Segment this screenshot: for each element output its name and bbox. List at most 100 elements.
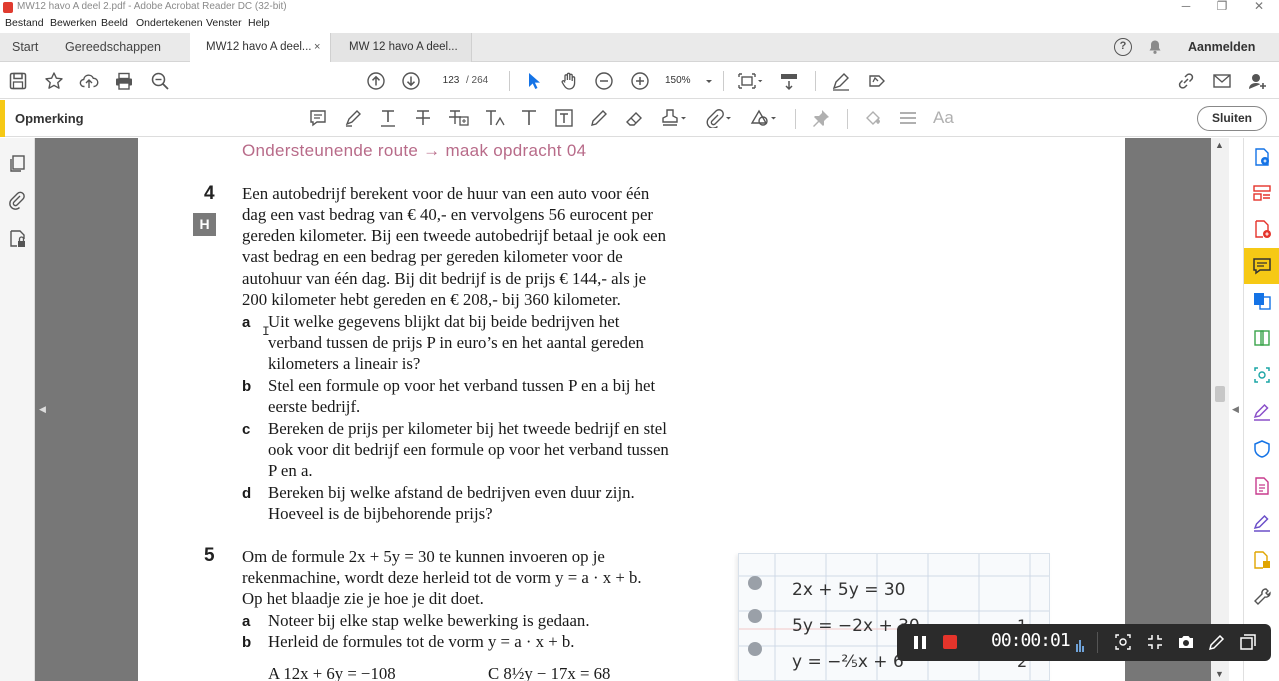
protect-shield-icon[interactable] [1252, 439, 1272, 459]
exercise4-intro-line: autohuur van één dag. Bij dit bedrijf is… [242, 269, 647, 288]
next-page-icon[interactable] [401, 71, 421, 91]
strikethrough-text-icon[interactable] [413, 108, 433, 128]
add-text-icon[interactable] [519, 108, 539, 128]
menu-sign[interactable]: Ondertekenen [136, 17, 203, 29]
screenshot-camera-icon[interactable] [1177, 633, 1195, 651]
zoom-in-icon[interactable] [630, 71, 650, 91]
webcam-icon[interactable] [1114, 633, 1132, 651]
comment-tool-icon[interactable] [1252, 256, 1272, 276]
notification-bell-icon[interactable] [1147, 39, 1163, 55]
sticky-note-icon[interactable] [308, 108, 328, 128]
right-tools-rail [1243, 138, 1279, 681]
tab-document-second[interactable]: MW 12 havo A deel... [330, 33, 472, 62]
more-tools-wrench-icon[interactable] [1252, 587, 1272, 607]
fill-sign-pen-icon[interactable] [831, 71, 851, 91]
minimize-button[interactable]: ─ [1176, 0, 1196, 13]
help-icon[interactable]: ? [1114, 38, 1132, 56]
pin-icon[interactable] [811, 108, 831, 128]
menu-bar: Bestand Bewerken Beeld Ondertekenen Vens… [0, 15, 1279, 32]
exercise4-intro-line: vast bedrag en een bedrag per gereden ki… [242, 247, 623, 266]
scroll-down-arrow-icon[interactable]: ▼ [1215, 669, 1224, 679]
tab-home[interactable]: Start [0, 33, 50, 62]
attach-file-icon[interactable] [705, 108, 733, 128]
acrobat-app-icon [3, 2, 13, 13]
request-signature-icon[interactable] [1252, 513, 1272, 533]
expand-left-panel-icon[interactable]: ◀ [39, 404, 46, 415]
scroll-up-arrow-icon[interactable]: ▲ [1215, 140, 1224, 150]
grid-paper-image: 2x + 5y = 30 5y = −2x + 30 y = −⅖x + 6 1… [738, 553, 1050, 681]
scrollbar-thumb[interactable] [1215, 386, 1225, 402]
left-navigation-rail [0, 138, 35, 681]
insert-text-icon[interactable] [484, 108, 506, 128]
zoom-level-select[interactable]: 150% [665, 71, 691, 91]
underline-text-icon[interactable] [378, 108, 398, 128]
annotate-pen-icon[interactable] [1208, 633, 1226, 651]
attachments-paperclip-icon[interactable] [8, 191, 27, 210]
toolbar-divider [847, 109, 848, 129]
text-size-icon[interactable]: Aa [933, 108, 954, 128]
minimize-recorder-icon[interactable] [1239, 633, 1257, 651]
edit-pdf-icon[interactable] [1252, 183, 1272, 203]
send-for-signature-icon[interactable] [867, 71, 887, 91]
recorder-divider [1097, 632, 1098, 653]
zoom-search-icon[interactable] [150, 71, 170, 91]
document-viewport[interactable]: ◀ Ondersteunende route → maak opdracht 0… [35, 138, 1211, 681]
create-pdf-icon[interactable] [1252, 219, 1272, 239]
scan-ocr-icon[interactable] [1252, 365, 1272, 385]
shapes-icon[interactable] [750, 108, 778, 128]
pause-recording-button[interactable] [914, 636, 927, 649]
export-pdf-icon[interactable] [1252, 147, 1272, 167]
tab-close-icon[interactable]: × [314, 33, 320, 62]
prepare-form-icon[interactable] [1252, 476, 1272, 496]
chevron-down-icon[interactable] [704, 71, 714, 91]
email-icon[interactable] [1212, 71, 1232, 91]
sign-in-button[interactable]: Aanmelden [1188, 33, 1255, 62]
exercise4-intro-line: Een autobedrijf berekent voor de huur va… [242, 184, 650, 203]
close-comment-button[interactable]: Sluiten [1197, 106, 1267, 131]
fill-color-icon[interactable] [863, 108, 883, 128]
bookmark-star-icon[interactable] [44, 71, 64, 91]
menu-file[interactable]: Bestand [5, 17, 44, 29]
menu-view[interactable]: Beeld [101, 17, 128, 29]
vertical-scrollbar[interactable]: ▲ ▼ [1211, 138, 1229, 681]
maximize-button[interactable]: ❐ [1212, 0, 1232, 13]
fill-sign-icon[interactable] [1252, 402, 1272, 422]
zoom-out-icon[interactable] [594, 71, 614, 91]
line-width-icon[interactable] [898, 108, 918, 128]
close-window-button[interactable]: ✕ [1249, 0, 1269, 13]
highlight-pen-icon[interactable] [343, 108, 363, 128]
part-letter-c: c [242, 421, 251, 438]
organize-pages-icon[interactable] [1252, 328, 1272, 348]
stop-recording-button[interactable] [943, 635, 957, 649]
cloud-upload-icon[interactable] [79, 71, 99, 91]
save-icon[interactable] [8, 71, 28, 91]
text-box-icon[interactable] [554, 108, 574, 128]
scroll-mode-icon[interactable] [779, 71, 799, 91]
previous-page-icon[interactable] [366, 71, 386, 91]
select-cursor-icon[interactable] [524, 71, 544, 91]
toolbar-divider [795, 109, 796, 129]
draw-pencil-icon[interactable] [589, 108, 609, 128]
collapse-right-panel-icon[interactable]: ◀ [1232, 404, 1239, 415]
document-lock-icon[interactable] [8, 229, 27, 248]
replace-text-icon[interactable] [448, 108, 470, 128]
ex5-part-b-line: Herleid de formules tot de vorm y = a · … [268, 632, 575, 651]
page-thumbnails-icon[interactable] [8, 154, 27, 173]
hand-tool-icon[interactable] [559, 71, 579, 91]
tab-document-label: MW12 havo A deel... [206, 41, 312, 53]
stamp-icon[interactable] [660, 108, 688, 128]
menu-edit[interactable]: Bewerken [50, 17, 97, 29]
share-link-icon[interactable] [1176, 71, 1196, 91]
page-number-input[interactable]: 123 [436, 71, 466, 91]
shrink-icon[interactable] [1146, 633, 1164, 651]
tab-tools[interactable]: Gereedschappen [53, 33, 173, 62]
page-layout-icon[interactable] [737, 71, 763, 91]
send-for-review-icon[interactable] [1252, 550, 1272, 570]
share-user-icon[interactable] [1247, 71, 1267, 91]
combine-files-icon[interactable] [1252, 291, 1272, 311]
menu-window[interactable]: Venster [206, 17, 242, 29]
tab-document-active[interactable]: MW12 havo A deel... × [190, 33, 330, 62]
menu-help[interactable]: Help [248, 17, 270, 29]
eraser-icon[interactable] [624, 108, 644, 128]
print-icon[interactable] [114, 71, 134, 91]
